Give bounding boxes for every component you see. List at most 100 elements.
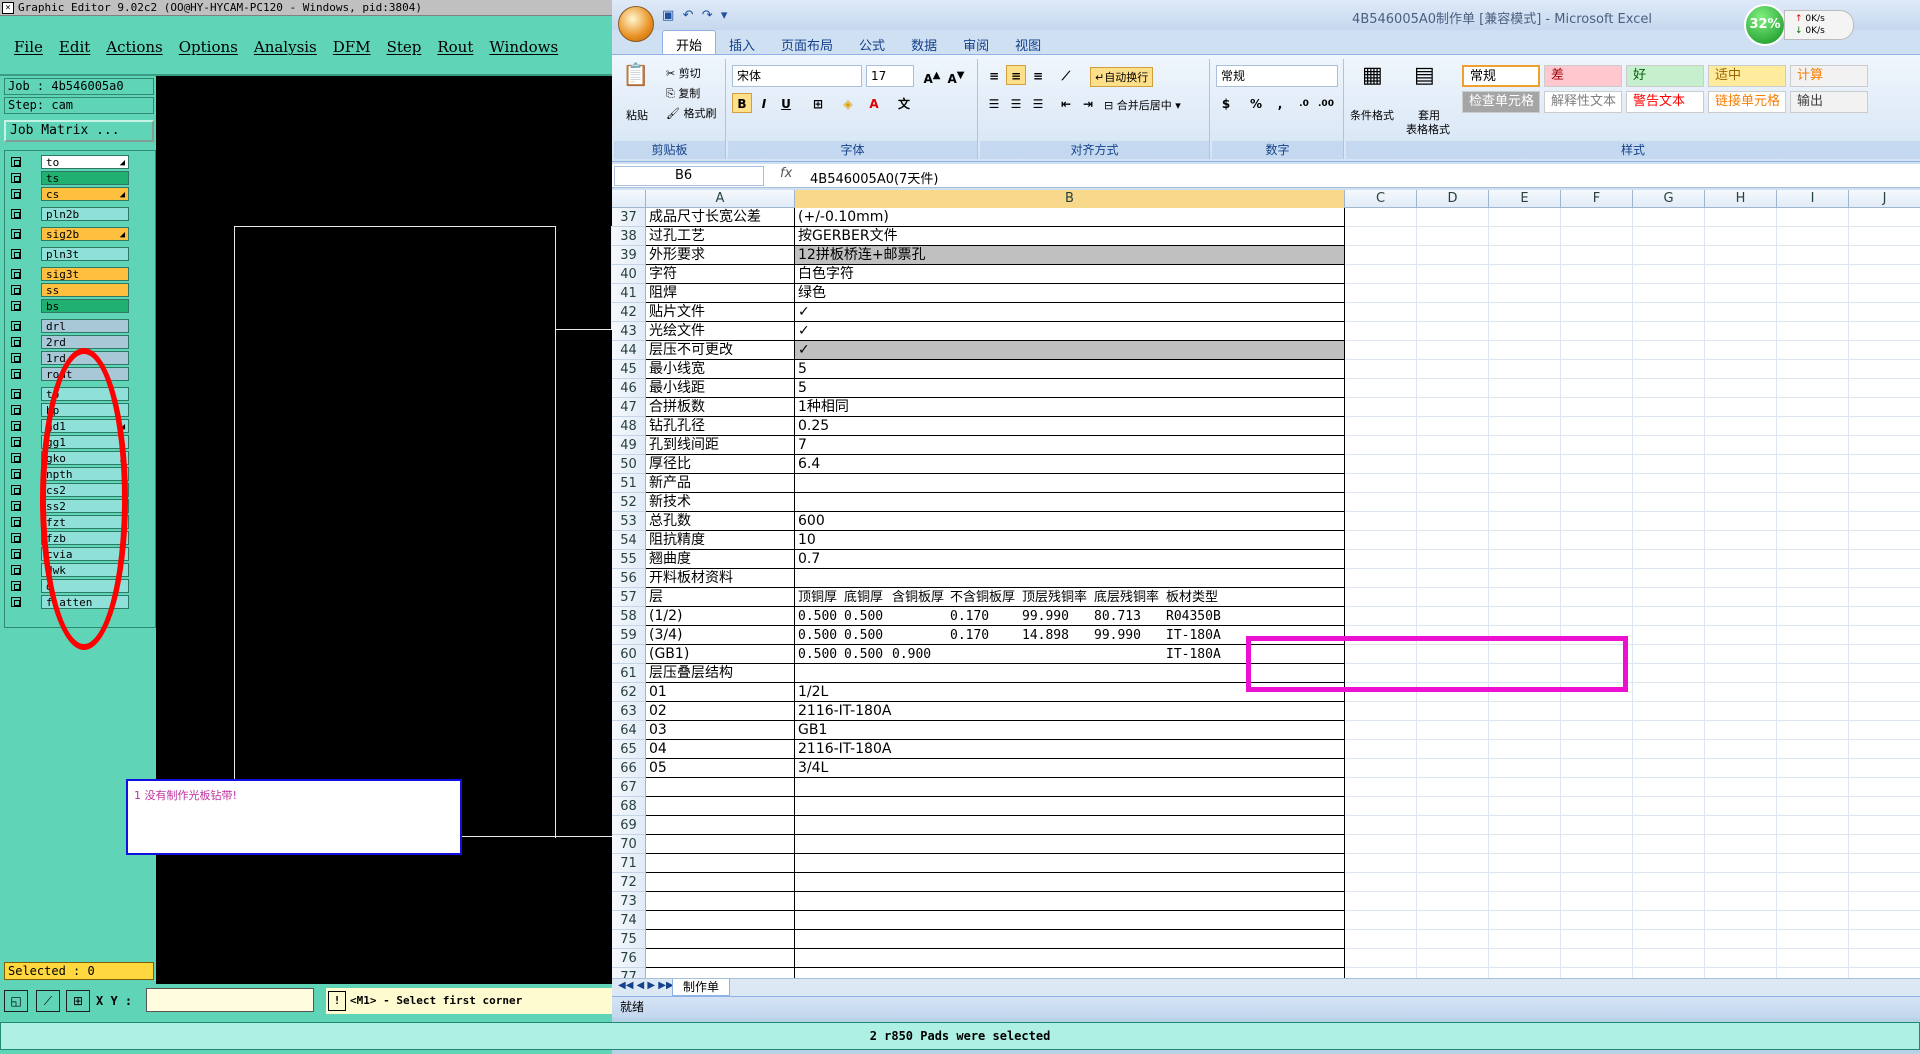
measure-icon[interactable]: ⟋ <box>36 990 60 1012</box>
cell-b[interactable]: ✓ <box>795 322 1345 341</box>
cell-b[interactable] <box>795 835 1345 854</box>
snap-grid-icon[interactable]: ⊞ <box>66 990 90 1012</box>
job-matrix-button[interactable]: Job Matrix ... <box>4 120 154 142</box>
paste-button[interactable]: 粘贴 <box>626 107 648 123</box>
cell-a[interactable]: 层压不可更改 <box>646 341 795 360</box>
menu-dfm[interactable]: DFM <box>325 38 379 56</box>
formula-input[interactable]: 4B546005A0(7天件) <box>810 168 938 187</box>
layer-name[interactable]: 2rd <box>41 335 129 349</box>
layer-checkbox[interactable] <box>11 533 21 543</box>
layer-name[interactable]: bs <box>41 299 129 313</box>
cell-style-option[interactable]: 链接单元格 <box>1708 91 1786 113</box>
save-icon[interactable]: ▣ <box>662 8 674 23</box>
layer-name[interactable]: pln3t <box>41 247 129 261</box>
cell-b[interactable]: 0.7 <box>795 550 1345 569</box>
cell-style-option[interactable]: 警告文本 <box>1626 91 1704 113</box>
menu-actions[interactable]: Actions <box>98 38 170 56</box>
column-header[interactable]: G <box>1633 190 1705 208</box>
layer-checkbox[interactable] <box>11 485 21 495</box>
cell-b[interactable] <box>795 911 1345 930</box>
menu-options[interactable]: Options <box>171 38 246 56</box>
row-header[interactable]: 61 <box>612 664 646 683</box>
layer-row[interactable]: to ◢ <box>7 155 129 169</box>
layer-row[interactable]: drl <box>7 319 129 333</box>
cell-a[interactable] <box>646 854 795 873</box>
layer-checkbox[interactable] <box>11 469 21 479</box>
increase-decimal-icon[interactable]: .0 <box>1294 93 1314 113</box>
cell-b[interactable] <box>795 949 1345 968</box>
column-header[interactable]: D <box>1417 190 1489 208</box>
empty-cells[interactable] <box>1345 493 1920 512</box>
cell-b[interactable]: 6.4 <box>795 455 1345 474</box>
layer-name[interactable]: sig2b ◢ <box>41 227 129 241</box>
cell-a[interactable]: 外形要求 <box>646 246 795 265</box>
cell-a[interactable]: 最小线宽 <box>646 360 795 379</box>
cell-style-option[interactable]: 计算 <box>1790 65 1868 87</box>
layer-name[interactable]: ss <box>41 283 129 297</box>
layer-checkbox[interactable] <box>11 269 21 279</box>
layer-checkbox[interactable] <box>11 597 21 607</box>
empty-cells[interactable] <box>1345 550 1920 569</box>
name-box[interactable]: B6 <box>614 166 764 186</box>
cell-b[interactable] <box>795 968 1345 978</box>
empty-cells[interactable] <box>1345 816 1920 835</box>
merge-center-button[interactable]: ⊟ 合并后居中 ▾ <box>1104 97 1181 113</box>
row-header[interactable]: 69 <box>612 816 646 835</box>
cell-a[interactable] <box>646 930 795 949</box>
layer-checkbox[interactable] <box>11 405 21 415</box>
conditional-format-button[interactable]: 条件格式 <box>1350 107 1394 123</box>
cell-a[interactable]: 钻孔孔径 <box>646 417 795 436</box>
cell-a[interactable]: 厚径比 <box>646 455 795 474</box>
cell-a[interactable] <box>646 816 795 835</box>
menu-windows[interactable]: Windows <box>481 38 566 56</box>
column-header[interactable]: H <box>1705 190 1777 208</box>
layer-checkbox[interactable] <box>11 157 21 167</box>
row-header[interactable]: 41 <box>612 284 646 303</box>
layer-checkbox[interactable] <box>11 229 21 239</box>
layer-checkbox[interactable] <box>11 389 21 399</box>
row-header[interactable]: 58 <box>612 607 646 626</box>
cell-b[interactable] <box>795 797 1345 816</box>
comma-icon[interactable]: , <box>1270 93 1290 113</box>
layer-checkbox[interactable] <box>11 209 21 219</box>
redo-icon[interactable]: ↷ <box>702 8 713 23</box>
column-header[interactable]: I <box>1777 190 1849 208</box>
cell-a[interactable]: 05 <box>646 759 795 778</box>
office-button-icon[interactable] <box>618 6 654 42</box>
cell-b[interactable] <box>795 854 1345 873</box>
layer-row[interactable]: sig3t <box>7 267 129 281</box>
cell-style-option[interactable]: 常规 <box>1462 65 1540 87</box>
cell-b[interactable] <box>795 569 1345 588</box>
cell-a[interactable]: (3/4) <box>646 626 795 645</box>
column-header[interactable]: E <box>1489 190 1561 208</box>
fill-color-icon[interactable]: ◈ <box>838 93 858 113</box>
menu-rout[interactable]: Rout <box>429 38 481 56</box>
paste-icon[interactable]: 📋 <box>622 63 649 88</box>
column-header[interactable]: B <box>795 190 1345 208</box>
menu-analysis[interactable]: Analysis <box>246 38 325 56</box>
close-icon[interactable]: × <box>2 2 14 14</box>
empty-cells[interactable] <box>1345 379 1920 398</box>
layer-row[interactable]: sig2b ◢ <box>7 227 129 241</box>
layer-checkbox[interactable] <box>11 581 21 591</box>
layer-name[interactable]: to ◢ <box>41 155 129 169</box>
sheet-nav-icons[interactable]: ◀◀ ◀ ▶ ▶▶ <box>618 980 674 991</box>
empty-cells[interactable] <box>1345 284 1920 303</box>
cell-b[interactable] <box>795 816 1345 835</box>
layer-checkbox[interactable] <box>11 301 21 311</box>
row-header[interactable]: 54 <box>612 531 646 550</box>
cell-a[interactable]: 成品尺寸长宽公差 <box>646 208 795 227</box>
column-header[interactable]: F <box>1561 190 1633 208</box>
layer-checkbox[interactable] <box>11 353 21 363</box>
layer-checkbox[interactable] <box>11 517 21 527</box>
row-header[interactable]: 73 <box>612 892 646 911</box>
row-header[interactable]: 74 <box>612 911 646 930</box>
phonetic-icon[interactable]: 文 <box>894 93 914 113</box>
cell-b[interactable]: 10 <box>795 531 1345 550</box>
cell-a[interactable] <box>646 892 795 911</box>
cell-b[interactable]: 1种相同 <box>795 398 1345 417</box>
empty-cells[interactable] <box>1345 607 1920 626</box>
column-header[interactable]: J <box>1849 190 1920 208</box>
layer-name[interactable]: drl <box>41 319 129 333</box>
font-name-select[interactable]: 宋体 <box>732 65 862 87</box>
